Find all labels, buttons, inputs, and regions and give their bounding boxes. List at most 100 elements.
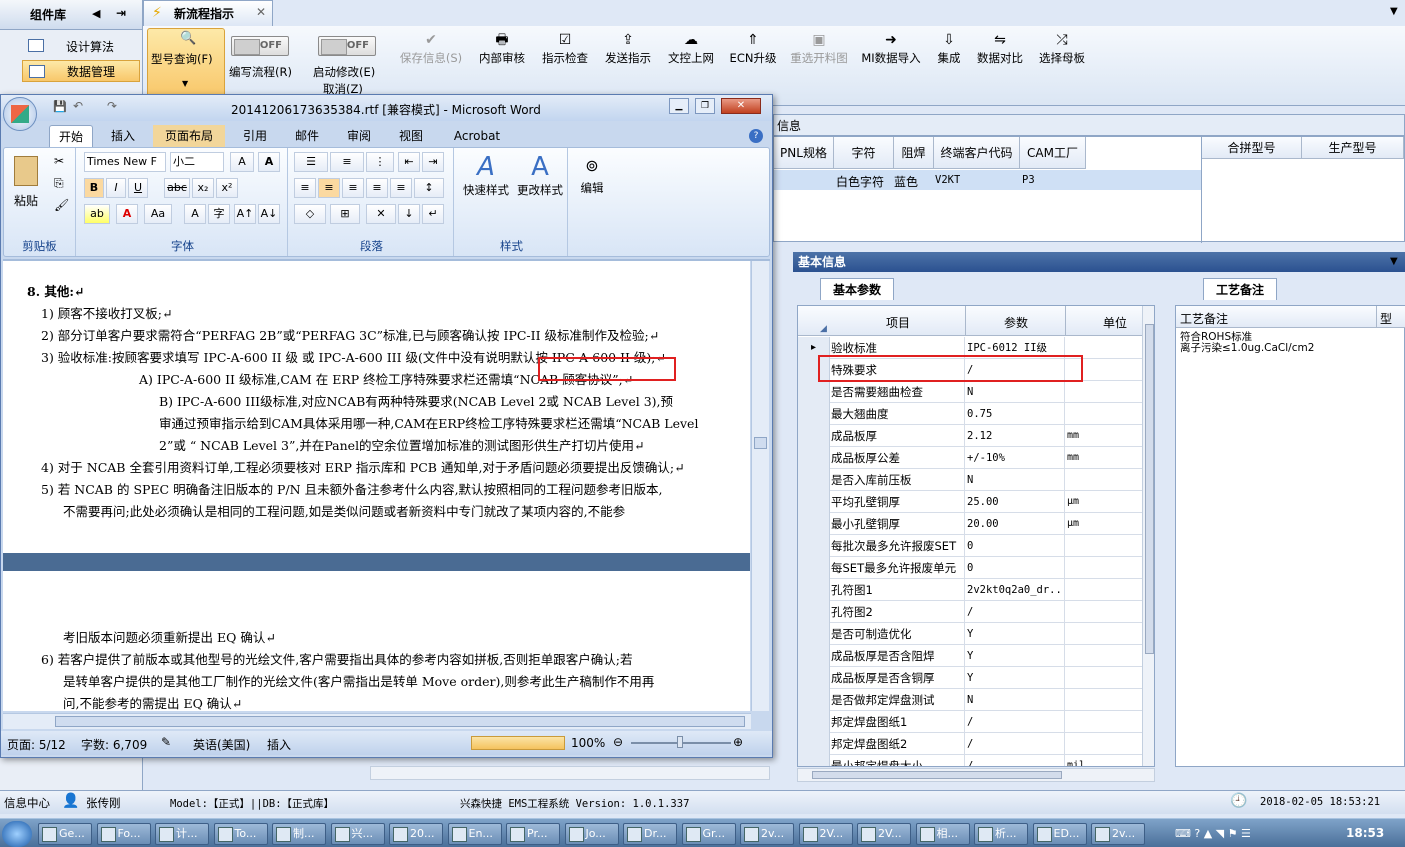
- table-row[interactable]: 最大翘曲度 0.75: [798, 403, 1154, 425]
- table-cell[interactable]: +/-10%: [965, 447, 1065, 469]
- taskbar-item[interactable]: 2V...: [798, 823, 853, 845]
- line-spacing-button[interactable]: ↕: [414, 178, 444, 198]
- table-row[interactable]: 孔符图1 2v2kt0q2a0_dr...: [798, 579, 1154, 601]
- sort-button[interactable]: ↓: [398, 204, 420, 224]
- font-color-button[interactable]: A: [116, 204, 138, 224]
- align-right-button[interactable]: ≡: [342, 178, 364, 198]
- start-button[interactable]: [2, 821, 32, 847]
- dropdown-arrow-icon[interactable]: ▼: [1390, 256, 1398, 267]
- proofing-icon[interactable]: ✎: [161, 735, 171, 749]
- superscript-button[interactable]: x²: [216, 178, 238, 198]
- ecn-upgrade-button[interactable]: ⇑ ECN升级: [725, 30, 781, 66]
- paste-button[interactable]: 粘贴: [10, 154, 44, 224]
- column-header[interactable]: 阻焊: [894, 137, 934, 169]
- row-selector[interactable]: [798, 447, 830, 469]
- column-header[interactable]: 终端客户代码: [934, 137, 1020, 169]
- horizontal-scrollbar[interactable]: [797, 768, 1155, 782]
- bullets-button[interactable]: ☰: [294, 152, 328, 172]
- minimize-button[interactable]: ▁: [669, 98, 689, 114]
- nav-item-data-management[interactable]: 数据管理: [22, 60, 140, 82]
- mi-import-button[interactable]: ➜ MI数据导入: [857, 30, 925, 66]
- table-row[interactable]: 最小邦定焊盘大小 / mil: [798, 755, 1154, 766]
- close-icon[interactable]: ✕: [256, 5, 266, 19]
- tab-review[interactable]: 审阅: [337, 125, 381, 147]
- model-query-button[interactable]: 🔍 型号查询(F) ▼: [147, 28, 225, 98]
- enclose-char-button[interactable]: 字: [208, 204, 230, 224]
- row-selector[interactable]: [798, 381, 830, 403]
- column-header[interactable]: 参数: [1004, 314, 1028, 331]
- table-cell[interactable]: Y: [965, 667, 1065, 689]
- row-selector[interactable]: [798, 403, 830, 425]
- scrollbar-thumb[interactable]: [812, 771, 1062, 779]
- font-size-button[interactable]: Aa: [144, 204, 172, 224]
- column-header[interactable]: 型: [1380, 310, 1392, 327]
- row-selector[interactable]: [798, 535, 830, 557]
- table-row[interactable]: 是否需要翘曲检查 N: [798, 381, 1154, 403]
- table-cell[interactable]: N: [965, 469, 1065, 491]
- row-selector[interactable]: [798, 689, 830, 711]
- row-selector[interactable]: [798, 513, 830, 535]
- change-styles-button[interactable]: A 更改样式: [514, 152, 566, 224]
- scrollbar-thumb[interactable]: [754, 437, 767, 449]
- table-cell[interactable]: Y: [965, 623, 1065, 645]
- align-center-button[interactable]: ≡: [318, 178, 340, 198]
- insert-mode-label[interactable]: 插入: [267, 736, 291, 753]
- nav-prev-icon[interactable]: ◀: [92, 7, 100, 20]
- vertical-scrollbar[interactable]: [1142, 306, 1154, 766]
- column-header[interactable]: 项目: [886, 314, 910, 331]
- taskbar-item[interactable]: 20...: [389, 823, 443, 845]
- start-modify-toggle[interactable]: OFF: [318, 36, 376, 56]
- table-row[interactable]: 平均孔壁铜厚 25.00 μm: [798, 491, 1154, 513]
- row-selector[interactable]: [798, 469, 830, 491]
- subscript-button[interactable]: x₂: [192, 178, 214, 198]
- row-selector[interactable]: [798, 645, 830, 667]
- row-selector[interactable]: [798, 733, 830, 755]
- taskbar-item[interactable]: Ge...: [38, 823, 92, 845]
- show-marks-button[interactable]: ↵: [422, 204, 444, 224]
- document-page[interactable]: 8. 其他:↵ 1) 顾客不接收打叉板;↵ 2) 部分订单客户要求需符合“PERFA…: [3, 261, 750, 711]
- tab-references[interactable]: 引用: [233, 125, 277, 147]
- table-row[interactable]: 邦定焊盘图纸1/: [798, 711, 1154, 733]
- nav-pin-icon[interactable]: ⇥: [116, 6, 126, 20]
- column-header[interactable]: 合拼型号: [1202, 137, 1302, 159]
- save-info-button[interactable]: ✔ 保存信息(S): [395, 30, 467, 66]
- taskbar-item[interactable]: 相...: [915, 823, 970, 845]
- column-header[interactable]: PNL规格: [774, 137, 834, 169]
- font-name-select[interactable]: Times New F: [84, 152, 166, 172]
- table-row[interactable]: 每批次最多允许报废SET 0: [798, 535, 1154, 557]
- redo-icon[interactable]: ↷: [107, 99, 117, 113]
- integrate-button[interactable]: ⇩ 集成: [929, 30, 969, 66]
- data-compare-button[interactable]: ⇋ 数据对比: [971, 30, 1029, 66]
- table-cell[interactable]: 2v2kt0q2a0_dr...: [965, 579, 1065, 601]
- row-selector[interactable]: [798, 623, 830, 645]
- taskbar-item[interactable]: 制...: [272, 823, 326, 845]
- taskbar-item[interactable]: 2V...: [857, 823, 911, 845]
- view-buttons[interactable]: [471, 736, 565, 750]
- table-row[interactable]: 是否做邦定焊盘测试 N: [798, 689, 1154, 711]
- clear-format-button[interactable]: A: [258, 152, 280, 172]
- row-selector[interactable]: [798, 601, 830, 623]
- internal-review-button[interactable]: 🖶 内部审核: [473, 30, 531, 66]
- table-cell[interactable]: /: [965, 601, 1065, 623]
- table-row[interactable]: 成品板厚 2.12 mm: [798, 425, 1154, 447]
- language-label[interactable]: 英语(美国): [193, 736, 250, 753]
- taskbar-item[interactable]: Jo...: [564, 823, 619, 845]
- undo-icon[interactable]: ↶: [73, 99, 83, 113]
- info-center-label[interactable]: 信息中心: [4, 795, 50, 811]
- vertical-scrollbar[interactable]: [751, 261, 769, 711]
- select-mother-board-button[interactable]: ⤮ 选择母板: [1033, 30, 1091, 66]
- quick-styles-button[interactable]: A 快速样式: [460, 152, 512, 224]
- tab-mailings[interactable]: 邮件: [285, 125, 329, 147]
- table-row[interactable]: 成品板厚是否含铜厚 Y: [798, 667, 1154, 689]
- italic-button[interactable]: I: [106, 178, 126, 198]
- taskbar-item[interactable]: 2v...: [1091, 823, 1145, 845]
- tab-acrobat[interactable]: Acrobat: [445, 125, 509, 147]
- table-cell[interactable]: 0.75: [965, 403, 1065, 425]
- align-left-button[interactable]: ≡: [294, 178, 316, 198]
- taskbar-item[interactable]: To...: [213, 823, 268, 845]
- bold-button[interactable]: B: [84, 178, 104, 198]
- strikethrough-button[interactable]: abc: [164, 178, 190, 198]
- tab-basic-params[interactable]: 基本参数: [820, 278, 894, 300]
- table-cell[interactable]: /: [965, 733, 1065, 755]
- table-row[interactable]: 是否入库前压板 N: [798, 469, 1154, 491]
